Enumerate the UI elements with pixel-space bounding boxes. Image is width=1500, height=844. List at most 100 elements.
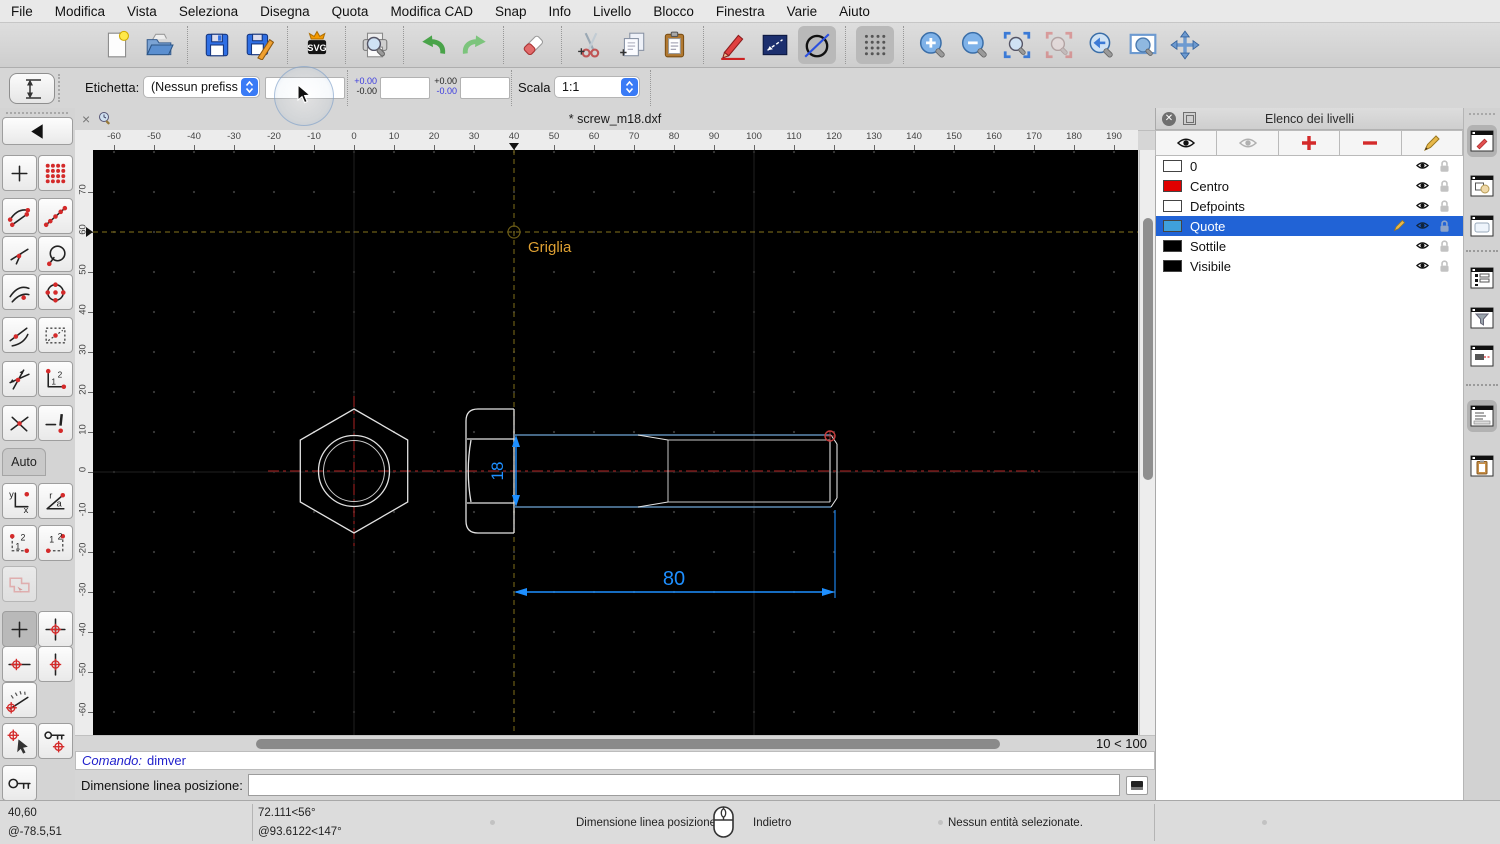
close-panel-icon[interactable]: ✕	[1162, 111, 1176, 126]
coord-polar-button[interactable]: ra	[38, 483, 73, 519]
restrict-free-button[interactable]	[2, 611, 37, 647]
layer-row-visibile[interactable]: Visibile	[1156, 256, 1463, 276]
zoom-auto-button[interactable]	[998, 26, 1036, 64]
open-folder-button[interactable]	[140, 26, 178, 64]
dock-toggle-panel-blocks[interactable]	[1467, 170, 1497, 202]
layer-edit-icon[interactable]	[1393, 219, 1406, 235]
save-button[interactable]	[198, 26, 236, 64]
snap-middle-button[interactable]	[38, 317, 73, 353]
print-preview-button[interactable]	[356, 26, 394, 64]
layer-lock-icon[interactable]	[1438, 239, 1451, 256]
dock-toggle-panel-clipboard[interactable]	[1467, 450, 1497, 482]
snap-tangent-button[interactable]	[2, 317, 37, 353]
save-as-button[interactable]	[240, 26, 278, 64]
key-lock-button[interactable]	[2, 765, 37, 801]
canvas-horizontal-scrollbar[interactable]: 10 < 100	[75, 735, 1155, 752]
dim-aligned-button[interactable]	[756, 26, 794, 64]
snap-endpoint-button[interactable]	[2, 198, 37, 234]
layer-visibility-icon[interactable]	[1415, 199, 1430, 214]
dock-toggle-panel-laser[interactable]	[1467, 340, 1497, 372]
paste-button[interactable]	[656, 26, 694, 64]
menu-item-finestra[interactable]: Finestra	[705, 4, 776, 19]
dock-toggle-panel-library[interactable]	[1467, 210, 1497, 242]
pan-button[interactable]	[1166, 26, 1204, 64]
remove-layer-button[interactable]	[1339, 130, 1402, 156]
snap-entity-button[interactable]	[38, 236, 73, 272]
zoom-clock-icon[interactable]	[98, 111, 112, 128]
show-all-layers-button[interactable]	[1155, 130, 1218, 156]
back-arrow-button[interactable]	[2, 117, 73, 145]
tolerance-input-2[interactable]	[460, 77, 510, 99]
redo-button[interactable]	[456, 26, 494, 64]
menu-item-livello[interactable]: Livello	[582, 4, 642, 19]
snap-intersection-auto-button[interactable]	[2, 361, 37, 397]
eraser-button[interactable]	[514, 26, 552, 64]
set-rel-zero-button[interactable]	[2, 723, 37, 759]
angle-gauge-button[interactable]	[2, 682, 37, 718]
dock-toggle-panel-command[interactable]	[1467, 400, 1497, 432]
menu-item-snap[interactable]: Snap	[484, 4, 538, 19]
export-svg-button[interactable]: SVG	[298, 26, 336, 64]
menu-item-quota[interactable]: Quota	[321, 4, 380, 19]
add-layer-button[interactable]	[1277, 130, 1341, 156]
layer-row-defpoints[interactable]: Defpoints	[1156, 196, 1463, 216]
snap-perpendicular-button[interactable]	[2, 236, 37, 272]
draw-pencil-button[interactable]	[714, 26, 752, 64]
restrict-off-button[interactable]	[38, 405, 73, 441]
new-document-button[interactable]	[98, 26, 136, 64]
layer-row-0[interactable]: 0	[1156, 156, 1463, 176]
layer-lock-icon[interactable]	[1438, 199, 1451, 216]
menu-item-disegna[interactable]: Disegna	[249, 4, 321, 19]
snap-on-entity-button[interactable]	[38, 198, 73, 234]
menu-item-seleziona[interactable]: Seleziona	[168, 4, 249, 19]
undock-panel-icon[interactable]	[1183, 112, 1196, 125]
horizontal-scroll-thumb[interactable]	[256, 739, 1000, 749]
snap-center-button[interactable]	[38, 274, 73, 310]
dock-toggle-panel-views[interactable]	[1467, 262, 1497, 294]
command-input[interactable]	[247, 774, 1120, 796]
layer-lock-icon[interactable]	[1438, 159, 1451, 176]
layer-row-quote[interactable]: Quote	[1156, 216, 1463, 236]
vertical-scroll-thumb[interactable]	[1143, 218, 1153, 480]
rel-corner-12-button[interactable]: 12	[2, 525, 37, 561]
menu-item-vista[interactable]: Vista	[116, 4, 168, 19]
lock-rel-zero-button[interactable]	[38, 723, 73, 759]
grid-toggle-button[interactable]	[856, 25, 894, 64]
undo-button[interactable]	[414, 26, 452, 64]
tolerance-input-1[interactable]	[380, 77, 430, 99]
edit-layer-button[interactable]	[1400, 130, 1464, 156]
copy-button[interactable]	[614, 26, 652, 64]
restrict-vertical-button[interactable]	[38, 646, 73, 682]
menu-item-modifica-cad[interactable]: Modifica CAD	[379, 4, 484, 19]
zoom-out-button[interactable]	[956, 26, 994, 64]
layer-row-centro[interactable]: Centro	[1156, 176, 1463, 196]
snap-grid-button[interactable]	[38, 155, 73, 191]
snap-intersection-button[interactable]	[2, 405, 37, 441]
layer-lock-icon[interactable]	[1438, 179, 1451, 196]
cad-drawing-canvas[interactable]: Griglia 18 80	[93, 150, 1138, 735]
active-tool-dim-vertical-button[interactable]	[9, 73, 55, 104]
layer-lock-icon[interactable]	[1438, 219, 1451, 236]
hide-all-layers-button[interactable]	[1216, 130, 1279, 156]
menu-item-blocco[interactable]: Blocco	[642, 4, 705, 19]
menu-item-file[interactable]: File	[0, 4, 44, 19]
layer-visibility-icon[interactable]	[1415, 219, 1430, 234]
dock-toggle-panel-filter[interactable]	[1467, 302, 1497, 334]
canvas-vertical-scrollbar[interactable]	[1139, 150, 1156, 735]
restrict-cross-button[interactable]	[38, 611, 73, 647]
dock-toggle-panel-layers[interactable]	[1467, 125, 1497, 157]
menu-item-varie[interactable]: Varie	[776, 4, 829, 19]
menu-item-info[interactable]: Info	[538, 4, 583, 19]
rel-corner-21-button[interactable]: 12	[38, 525, 73, 561]
restrict-horizontal-button[interactable]	[2, 646, 37, 682]
dim-diametric-button[interactable]	[798, 25, 836, 64]
layer-visibility-icon[interactable]	[1415, 239, 1430, 254]
menu-item-aiuto[interactable]: Aiuto	[828, 4, 881, 19]
snap-nearest-button[interactable]	[2, 274, 37, 310]
keyboard-toggle-button[interactable]	[1126, 775, 1148, 795]
menu-item-modifica[interactable]: Modifica	[44, 4, 116, 19]
zoom-window-button[interactable]	[1124, 26, 1162, 64]
snap-distance-button[interactable]: 12	[38, 361, 73, 397]
layer-row-sottile[interactable]: Sottile	[1156, 236, 1463, 256]
layer-visibility-icon[interactable]	[1415, 259, 1430, 274]
